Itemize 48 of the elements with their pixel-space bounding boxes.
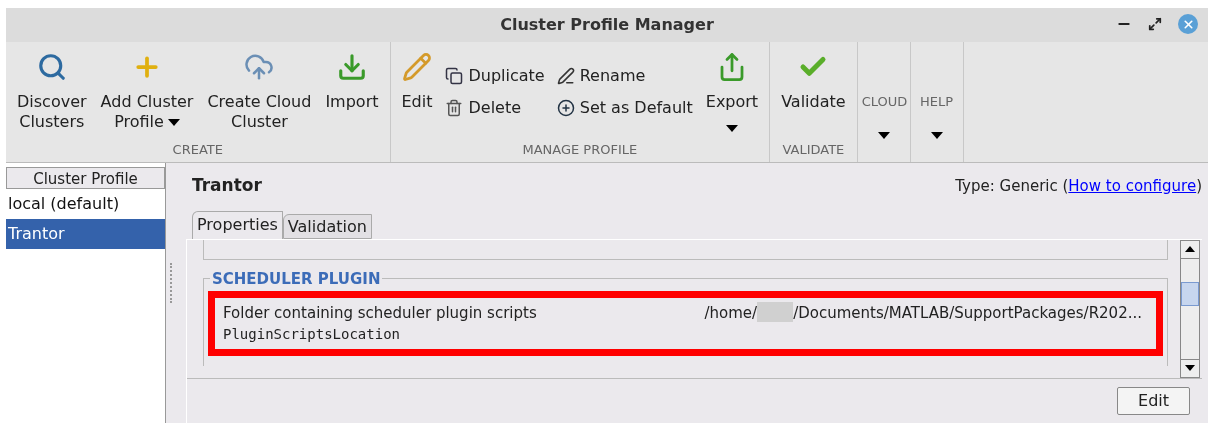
splitter-handle[interactable] xyxy=(170,263,172,303)
paren-text: ) xyxy=(1196,175,1202,197)
pencil-icon xyxy=(402,52,432,82)
how-to-configure-link[interactable]: How to configure xyxy=(1068,174,1197,197)
copy-icon xyxy=(445,67,464,85)
rename-icon xyxy=(556,67,575,85)
property-value: /home/ xyxy=(704,302,758,324)
tab[interactable]: Properties xyxy=(192,210,283,239)
close-icon xyxy=(1181,17,1195,31)
profile-item[interactable]: Trantor xyxy=(6,219,165,249)
window-title: Cluster Profile Manager xyxy=(500,14,714,36)
group-label: HELP xyxy=(919,93,955,111)
toolbar-button[interactable]: Set as Default xyxy=(556,96,693,120)
toolbar-button[interactable]: Rename xyxy=(556,64,693,88)
scrollbar[interactable] xyxy=(1180,239,1200,378)
caret-icon xyxy=(930,132,943,139)
group-label: MANAGE PROFILE xyxy=(521,140,639,159)
toolbar-button[interactable]: Add Cluster Profile xyxy=(93,42,201,140)
profile-title: Trantor xyxy=(192,174,262,197)
toolbar-button[interactable]: Duplicate xyxy=(445,64,545,88)
import-icon xyxy=(336,52,367,82)
property-description: Folder containing scheduler plugin scripts xyxy=(223,302,537,324)
toolbar-button[interactable]: Validate xyxy=(774,42,853,140)
close-button[interactable] xyxy=(1178,14,1198,34)
group-label: VALIDATE xyxy=(781,140,846,159)
search-icon xyxy=(36,52,67,82)
toolbar-button[interactable]: Discover Clusters xyxy=(10,42,94,140)
group-label: CREATE xyxy=(171,140,224,159)
type-label: Type: Generic ( xyxy=(955,175,1069,197)
toolbar-button[interactable]: Import xyxy=(318,42,386,140)
tab[interactable]: Validation xyxy=(282,213,372,239)
toolbar-button[interactable]: Delete xyxy=(445,96,545,120)
toolbar-button[interactable]: Export xyxy=(698,42,766,140)
toolbar-button[interactable]: Edit xyxy=(394,42,440,140)
plus-circle-icon xyxy=(556,99,575,117)
scrollbar-thumb[interactable] xyxy=(1181,281,1199,306)
column-header: Cluster Profile xyxy=(6,167,165,189)
property-value: /Documents/MATLAB/SupportPackages/R202... xyxy=(793,302,1142,324)
caret-icon xyxy=(877,132,890,139)
down-arrow-icon[interactable] xyxy=(1185,365,1195,371)
profile-item[interactable]: local (default) xyxy=(6,189,165,219)
property-name: PluginScriptsLocation xyxy=(223,325,401,344)
maximize-icon[interactable] xyxy=(1148,17,1162,31)
toolbar-button[interactable]: Create Cloud Cluster xyxy=(200,42,319,140)
trash-icon xyxy=(445,99,464,117)
edit-button[interactable]: Edit xyxy=(1117,387,1190,415)
up-arrow-icon[interactable] xyxy=(1185,246,1195,252)
group-label: CLOUD xyxy=(860,93,909,111)
